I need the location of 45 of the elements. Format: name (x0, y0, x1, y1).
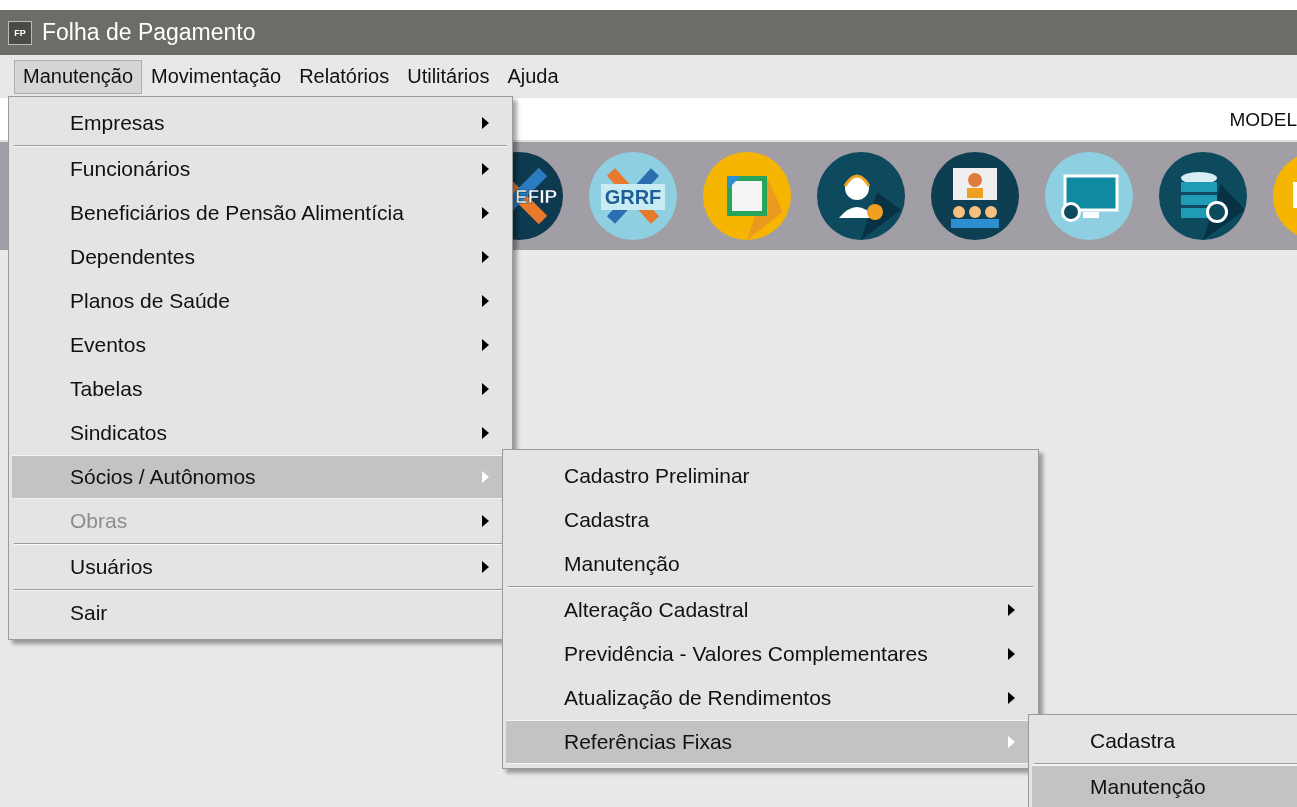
menu-item[interactable]: Sindicatos (12, 411, 509, 455)
submenu-arrow-icon (482, 561, 489, 573)
submenu-arrow-icon (1008, 604, 1015, 616)
window-title: Folha de Pagamento (42, 19, 256, 46)
submenu-arrow-icon (482, 339, 489, 351)
menu-item[interactable]: Sair (12, 591, 509, 635)
menu-item[interactable]: Manutenção (1032, 765, 1297, 807)
submenu-arrow-icon (482, 515, 489, 527)
menu-item[interactable]: Cadastra (506, 498, 1035, 542)
submenu-arrow-icon (482, 117, 489, 129)
submenu-arrow-icon (482, 163, 489, 175)
menu-item[interactable]: Planos de Saúde (12, 279, 509, 323)
submenu-arrow-icon (482, 251, 489, 263)
menu-item[interactable]: Cadastro Preliminar (506, 454, 1035, 498)
submenu-arrow-icon (1008, 736, 1015, 748)
menu-item[interactable]: Tabelas (12, 367, 509, 411)
submenu-arrow-icon (482, 207, 489, 219)
menu-item[interactable]: Usuários (12, 545, 509, 589)
submenu-arrow-icon (1008, 692, 1015, 704)
menu-bar-item[interactable]: Manutenção (14, 59, 143, 94)
menu-item[interactable]: Previdência - Valores Complementares (506, 632, 1035, 676)
menu-item[interactable]: Dependentes (12, 235, 509, 279)
app-icon: FP (8, 20, 32, 45)
submenu-arrow-icon (482, 471, 489, 483)
toolbar-icon[interactable] (1159, 152, 1247, 240)
menu-bar-item[interactable]: Movimentação (142, 59, 291, 94)
menu-item[interactable]: Eventos (12, 323, 509, 367)
submenu-arrow-icon (482, 427, 489, 439)
menu-item[interactable]: Cadastra (1032, 719, 1297, 763)
submenu-arrow-icon (482, 295, 489, 307)
menu-item[interactable]: Manutenção (506, 542, 1035, 586)
menu-bar-item[interactable]: Ajuda (498, 59, 568, 94)
info-text: MODEL (1229, 109, 1297, 131)
menu-item[interactable]: Empresas (12, 101, 509, 145)
menu-item[interactable]: Alteração Cadastral (506, 588, 1035, 632)
toolbar-icon[interactable] (931, 152, 1019, 240)
menu-item[interactable]: Funcionários (12, 147, 509, 191)
menu-item[interactable]: Beneficiários de Pensão Alimentícia (12, 191, 509, 235)
submenu-arrow-icon (1008, 648, 1015, 660)
toolbar-icon[interactable] (817, 152, 905, 240)
menu-item[interactable]: Atualização de Rendimentos (506, 676, 1035, 720)
menu-bar-item[interactable]: Relatórios (290, 59, 399, 94)
submenu-arrow-icon (482, 383, 489, 395)
menu-bar-item[interactable]: Utilitários (398, 59, 499, 94)
toolbar-icon[interactable]: GRRF (589, 152, 677, 240)
